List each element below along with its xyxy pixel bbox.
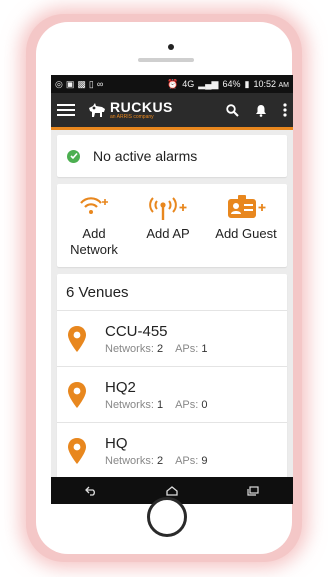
recent-apps-icon[interactable] (247, 485, 259, 496)
access-point-plus-icon (149, 197, 187, 220)
add-guest-label: Add Guest (215, 226, 277, 241)
quick-actions-card: Add Network Add AP Add Guest (57, 184, 287, 267)
gallery-icon: ▩ (77, 78, 86, 89)
battery-icon: ▮ (244, 78, 250, 89)
add-ap-button[interactable]: Add AP (140, 194, 196, 242)
logo-tagline: an ARRIS company (110, 114, 154, 120)
message-icon: ▯ (88, 78, 94, 89)
notification-icons: ◎ ▣ ▩ ▯ ∞ (55, 79, 103, 90)
ruckus-dog-logo-icon (89, 103, 105, 117)
logo-wordmark: RUCKUS (110, 99, 173, 115)
add-network-button[interactable]: Add Network (66, 194, 122, 258)
earpiece-speaker (138, 58, 194, 62)
check-circle-icon (67, 149, 80, 163)
phone-screen: ◎ ▣ ▩ ▯ ∞ ⏰ 4G ▂▄▆ 64% ▮ 10:52 AM RUCKUS… (51, 75, 293, 504)
map-pin-icon (68, 381, 86, 408)
back-icon[interactable] (85, 486, 97, 496)
venue-name: HQ2 (105, 378, 136, 396)
menu-icon[interactable] (57, 104, 75, 116)
overflow-menu-icon[interactable] (283, 103, 287, 117)
guest-badge-plus-icon (228, 195, 266, 218)
search-icon[interactable] (226, 103, 239, 117)
venue-stats: Networks: 1 APs: 0 (105, 398, 208, 411)
signal-icon: ▂▄▆ (198, 78, 219, 89)
venue-name: HQ (105, 434, 128, 452)
notification-icon: ▣ (65, 78, 75, 89)
battery-level: 64% (222, 79, 241, 89)
system-icons: ⏰ 4G ▂▄▆ 64% ▮ 10:52 AM (167, 79, 289, 90)
add-ap-label: Add AP (146, 226, 190, 241)
voicemail-icon: ∞ (96, 78, 104, 89)
add-network-label: Add Network (70, 226, 118, 257)
venue-name: CCU-455 (105, 322, 168, 340)
app-bar: RUCKUS an ARRIS company (51, 93, 293, 127)
venue-stats: Networks: 2 APs: 1 (105, 342, 208, 355)
physical-home-button[interactable] (147, 497, 187, 537)
map-pin-icon (68, 437, 86, 464)
venues-count-heading: 6 Venues (57, 274, 287, 311)
whatsapp-icon: ◎ (55, 78, 63, 89)
venue-list-item[interactable]: HQ2 Networks: 1 APs: 0 (57, 367, 287, 423)
main-content: No active alarms Add Network Add AP Add … (51, 130, 293, 479)
wifi-plus-icon (80, 197, 108, 214)
venue-list-item[interactable]: HQ Networks: 2 APs: 9 (57, 423, 287, 479)
venues-card: 6 Venues CCU-455 Networks: 2 APs: 1 HQ2 … (57, 274, 287, 479)
home-icon[interactable] (166, 485, 178, 496)
venue-stats: Networks: 2 APs: 9 (105, 454, 208, 467)
add-guest-button[interactable]: Add Guest (214, 194, 278, 242)
alarm-status-card[interactable]: No active alarms (57, 135, 287, 177)
alarm-icon: ⏰ (167, 78, 179, 89)
map-pin-icon (68, 325, 86, 352)
ruckus-logo: RUCKUS an ARRIS company (87, 100, 173, 120)
front-camera (168, 44, 174, 50)
bell-icon[interactable] (255, 104, 267, 117)
alarm-status-text: No active alarms (93, 148, 198, 164)
clock: 10:52 AM (253, 79, 289, 89)
status-bar: ◎ ▣ ▩ ▯ ∞ ⏰ 4G ▂▄▆ 64% ▮ 10:52 AM (51, 75, 293, 93)
venue-list-item[interactable]: CCU-455 Networks: 2 APs: 1 (57, 311, 287, 367)
network-type: 4G (182, 79, 195, 89)
